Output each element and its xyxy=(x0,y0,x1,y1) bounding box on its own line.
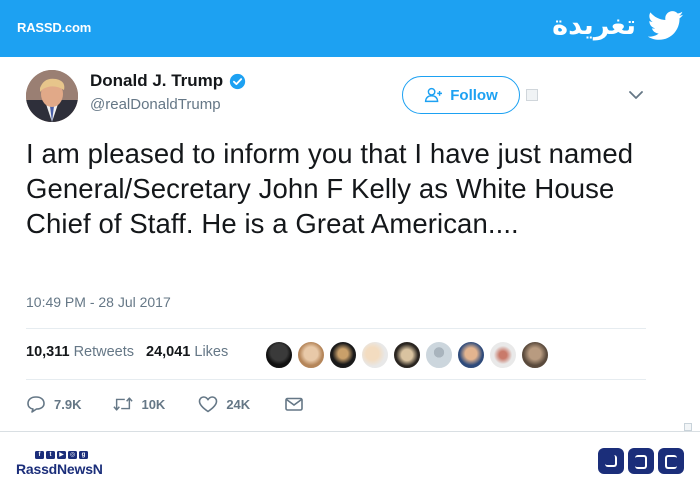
like-button[interactable]: 24K xyxy=(198,395,250,413)
tweet-text: I am pleased to inform you that I have j… xyxy=(26,138,634,239)
divider xyxy=(26,379,646,380)
follow-button[interactable]: Follow xyxy=(402,76,520,114)
facebook-icon[interactable]: f xyxy=(35,451,44,459)
reply-count: 7.9K xyxy=(54,396,82,412)
social-icons: f t ▶ ◎ g xyxy=(35,451,88,459)
liker-avatars xyxy=(265,341,549,369)
corner-mark xyxy=(684,423,692,431)
image-placeholder-icon xyxy=(526,89,538,101)
liker-avatar[interactable] xyxy=(425,341,453,369)
verified-badge-icon xyxy=(230,73,246,89)
envelope-icon xyxy=(285,397,303,411)
liker-avatar[interactable] xyxy=(265,341,293,369)
author-name-row: Donald J. Trump xyxy=(90,71,246,91)
liker-avatar[interactable] xyxy=(457,341,485,369)
user-handle[interactable]: @realDonaldTrump xyxy=(90,96,221,113)
liker-avatar[interactable] xyxy=(361,341,389,369)
avatar-image xyxy=(26,70,78,122)
footer-divider xyxy=(0,431,700,432)
twitter-bird-icon xyxy=(648,10,684,40)
brand-text: تغريدة xyxy=(552,10,636,41)
heart-icon xyxy=(199,396,218,413)
liker-avatar[interactable] xyxy=(521,341,549,369)
retweet-icon xyxy=(113,397,134,411)
likes-label[interactable]: Likes xyxy=(194,344,228,360)
avatar[interactable] xyxy=(26,70,78,122)
actions-row: 7.9K 10K 24K xyxy=(26,395,304,413)
liker-avatar[interactable] xyxy=(297,341,325,369)
logo-tile xyxy=(658,448,684,474)
google-plus-icon[interactable]: g xyxy=(79,451,88,459)
liker-avatar[interactable] xyxy=(393,341,421,369)
like-count: 24K xyxy=(226,396,251,412)
chevron-down-icon[interactable] xyxy=(626,87,646,103)
youtube-icon[interactable]: ▶ xyxy=(57,451,66,459)
header-bar: RASSD.com تغريدة xyxy=(0,0,700,57)
twitter-icon[interactable]: t xyxy=(46,451,55,459)
retweet-count: 10K xyxy=(141,396,166,412)
rassd-logo xyxy=(598,448,684,474)
likes-count[interactable]: 24,041 xyxy=(146,344,190,360)
logo-tile xyxy=(598,448,624,474)
retweet-button[interactable]: 10K xyxy=(113,395,165,413)
divider xyxy=(26,328,646,329)
reply-icon xyxy=(27,396,45,413)
logo-tile xyxy=(628,448,654,474)
social-handle: RassdNewsN xyxy=(16,461,103,477)
retweets-label[interactable]: Retweets xyxy=(74,344,134,360)
add-user-icon xyxy=(425,87,443,103)
liker-avatar[interactable] xyxy=(329,341,357,369)
site-label: RASSD.com xyxy=(17,20,92,35)
retweets-count[interactable]: 10,311 xyxy=(26,344,70,360)
direct-message-button[interactable] xyxy=(284,395,304,413)
follow-label: Follow xyxy=(450,86,498,104)
brand-block: تغريدة xyxy=(552,10,684,41)
liker-avatar[interactable] xyxy=(489,341,517,369)
stats-row: 10,311 Retweets 24,041 Likes xyxy=(26,344,240,360)
reply-button[interactable]: 7.9K xyxy=(26,395,81,413)
tweet-timestamp[interactable]: 10:49 PM - 28 Jul 2017 xyxy=(26,294,171,310)
instagram-icon[interactable]: ◎ xyxy=(68,451,77,459)
display-name[interactable]: Donald J. Trump xyxy=(90,71,223,91)
